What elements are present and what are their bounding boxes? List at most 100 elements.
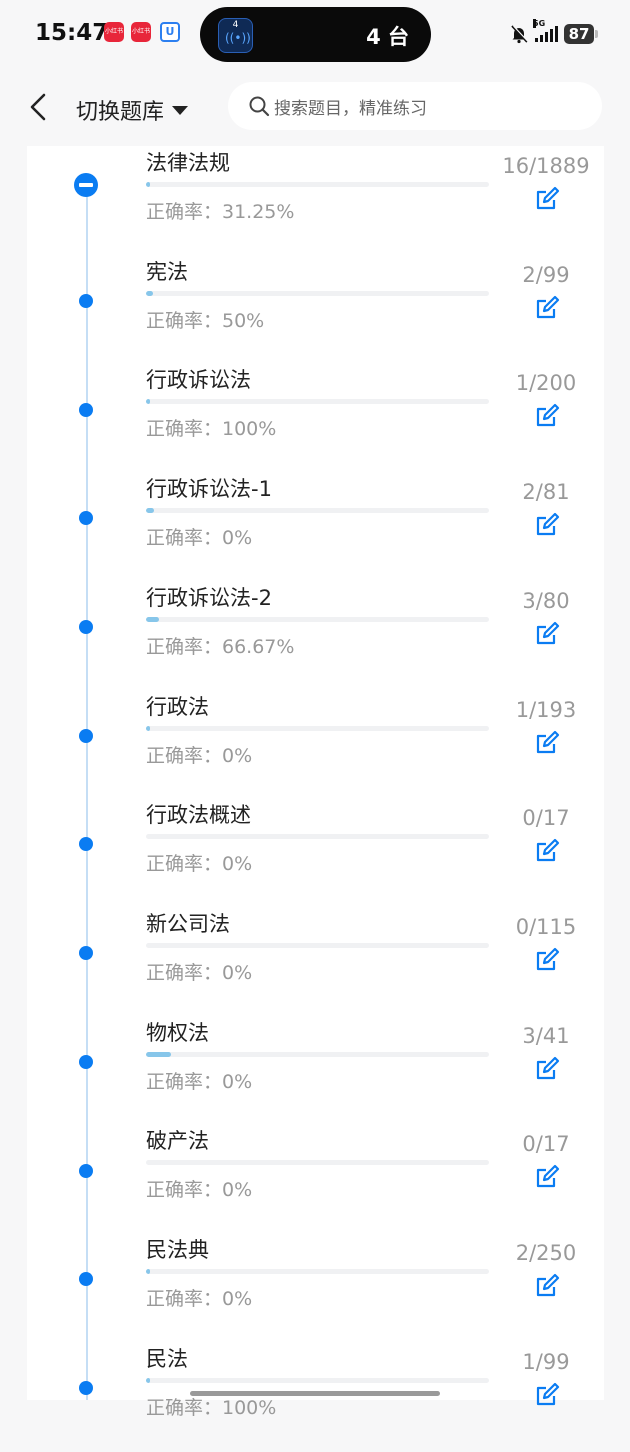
progress-bar [146,508,489,514]
progress-count: 0/115 [515,914,577,939]
list-item[interactable]: 民法典 正确率：0% 2/250 [0,1234,630,1343]
progress-bar [146,942,489,948]
xiaohongshu-icon-2: 小红书 [131,22,151,42]
progress-bar [146,725,489,731]
progress-bar [146,1160,489,1166]
chapter-name: 行政法 [146,694,209,719]
progress-count: 1/200 [515,371,577,396]
edit-icon[interactable] [534,621,560,647]
progress-count: 2/81 [522,480,570,505]
timeline-dot [79,1272,93,1287]
island-badge: 4 [232,20,239,30]
edit-icon[interactable] [534,730,560,756]
chapter-name: 物权法 [146,1020,209,1045]
list-item[interactable]: 新公司法正确率：0% 0/115 [0,908,630,1017]
edit-icon[interactable] [534,1273,560,1299]
chapter-name: 行政诉讼法-2 [146,585,272,610]
app-u-icon: U [160,22,180,42]
list-item[interactable]: 法律法规 正确率：31.25% 16/1889 [0,147,630,256]
chapter-name: 民法 [146,1346,188,1371]
accuracy-text: 正确率：50% [146,309,265,332]
chapter-name: 行政诉讼法-1 [146,477,272,502]
dynamic-island[interactable]: 4 ((•)) 4 台 [200,7,431,62]
switch-bank-dropdown[interactable]: 切换题库 [76,94,189,126]
progress-count: 3/41 [522,1023,570,1048]
progress-fill [146,182,151,187]
chapter-name: 新公司法 [146,911,230,936]
list-item[interactable]: 民法正确率：100% 1/99 [0,1343,630,1452]
timeline-dot [79,620,93,635]
signal-icon: 5G [533,19,558,42]
header: 切换题库 搜索题目，精准练习 [0,68,630,146]
clock: 15:47 [35,20,109,46]
list-item[interactable]: 行政法 正确率：0% 1/193 [0,691,630,800]
progress-bar [146,399,489,405]
progress-bar [146,616,489,622]
progress-bar [146,834,489,840]
edit-icon[interactable] [534,1382,560,1408]
chapter-name: 法律法规 [146,151,230,175]
edit-icon[interactable] [534,947,560,973]
chapter-name: 行政法概述 [146,803,251,828]
progress-bar [146,290,489,296]
list-item[interactable]: 行政诉讼法-1 正确率：0% 2/81 [0,473,630,582]
edit-icon[interactable] [534,1056,560,1082]
bell-muted-icon [511,25,529,44]
edit-icon[interactable] [534,403,560,429]
accuracy-text: 正确率：100% [146,418,277,441]
progress-bar [146,1051,489,1057]
edit-icon[interactable] [534,838,560,864]
status-bar: 15:47 小红书 小红书 U 4 ((•)) 4 台 5G 87 [0,0,630,68]
progress-count: 0/17 [522,806,570,831]
progress-count: 2/99 [522,262,570,287]
accuracy-text: 正确率：100% [146,1396,277,1419]
progress-bar [146,1269,489,1274]
search-placeholder: 搜索题目，精准练习 [274,98,427,119]
progress-bar [146,1377,489,1383]
edit-icon[interactable] [534,1164,560,1190]
search-input[interactable]: 搜索题目，精准练习 [228,82,602,130]
progress-fill [146,508,155,514]
progress-bar [146,182,489,187]
timeline-dot [79,728,93,743]
edit-icon[interactable] [534,295,560,321]
progress-count: 3/80 [522,588,570,613]
progress-fill [146,616,159,622]
progress-count: 1/99 [522,1349,570,1374]
chapter-name: 破产法 [146,1129,209,1154]
progress-fill [146,1377,151,1383]
accuracy-text: 正确率：0% [146,961,253,984]
progress-fill [146,1269,151,1274]
progress-fill [146,290,153,296]
progress-fill [146,399,151,405]
collapse-icon[interactable] [74,173,98,197]
chapter-name: 行政诉讼法 [146,368,251,393]
timeline-dot [79,946,93,961]
list-item[interactable]: 行政法概述 正确率：0% 0/17 [0,799,630,908]
progress-count: 2/250 [515,1241,577,1265]
page-title: 切换题库 [76,100,165,125]
edit-icon[interactable] [534,186,560,212]
search-icon [249,96,270,117]
edit-icon[interactable] [534,512,560,538]
island-text: 4 台 [366,25,409,49]
accuracy-text: 正确率：66.67% [146,635,295,658]
home-indicator[interactable] [190,1391,440,1396]
status-indicators: 5G 87 [509,19,598,46]
battery-icon: 87 [564,24,598,44]
list-item[interactable]: 宪法正确率：50% 2/99 [0,256,630,365]
progress-count: 1/193 [515,697,577,722]
list-item[interactable]: 行政诉讼法正确率：100% 1/200 [0,364,630,473]
timeline-dot [79,293,93,308]
list-item[interactable]: 物权法 正确率：0% 3/41 [0,1017,630,1126]
chapter-name: 宪法 [146,259,188,284]
progress-fill [146,1051,172,1057]
list-item[interactable]: 行政诉讼法-2 正确率：66.67% 3/80 [0,582,630,691]
xiaohongshu-icon: 小红书 [104,22,124,42]
progress-count: 16/1889 [502,154,590,178]
back-arrow-icon[interactable] [26,92,52,122]
timeline-dot [79,1163,93,1178]
list-item[interactable]: 破产法 正确率：0% 0/17 [0,1125,630,1234]
timeline-dot [79,1380,93,1395]
caret-down-icon [172,105,189,115]
